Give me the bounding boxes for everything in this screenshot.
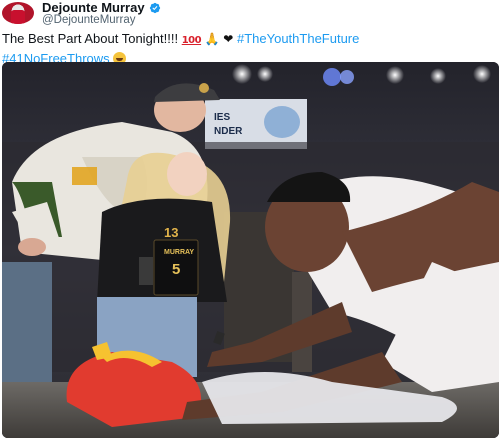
- tweet-header: Dejounte Murray @DejounteMurray: [0, 0, 500, 28]
- photo-scene: IES NDER 13 MURRAY 5: [2, 62, 499, 438]
- hundred-points-emoji: 100: [181, 35, 202, 46]
- grizzlies-logo-icon: [264, 106, 300, 138]
- tweet-text-main: The Best Part About Tonight!!!!: [2, 31, 179, 46]
- sign-number: 5: [172, 261, 180, 278]
- tweet-photo[interactable]: IES NDER 13 MURRAY 5: [2, 62, 499, 438]
- black-heart-emoji: ❤: [223, 32, 234, 46]
- arena-light: [473, 65, 491, 83]
- sign-name: MURRAY: [164, 249, 194, 256]
- hashtag-link-youth-future[interactable]: #TheYouthTheFuture: [237, 31, 359, 46]
- profile-avatar-icon[interactable]: [2, 2, 34, 24]
- author-handle[interactable]: @DejounteMurray: [42, 14, 136, 26]
- arena-light: [257, 66, 273, 82]
- folded-hands-emoji: 🙏: [204, 32, 220, 46]
- svg-text:IES: IES: [214, 112, 230, 123]
- man-jeans: [2, 262, 52, 382]
- arena-light: [232, 64, 252, 84]
- svg-text:NDER: NDER: [214, 126, 243, 137]
- girl-face: [167, 152, 207, 196]
- arena-light: [340, 70, 354, 84]
- arena-light: [430, 68, 446, 84]
- girl-jersey-number: 13: [164, 225, 178, 240]
- author-display-name[interactable]: Dejounte Murray: [42, 1, 145, 14]
- arena-light: [386, 66, 404, 84]
- arena-light: [323, 68, 341, 86]
- author-name-row[interactable]: Dejounte Murray: [42, 1, 161, 14]
- verified-badge-icon: [149, 2, 160, 13]
